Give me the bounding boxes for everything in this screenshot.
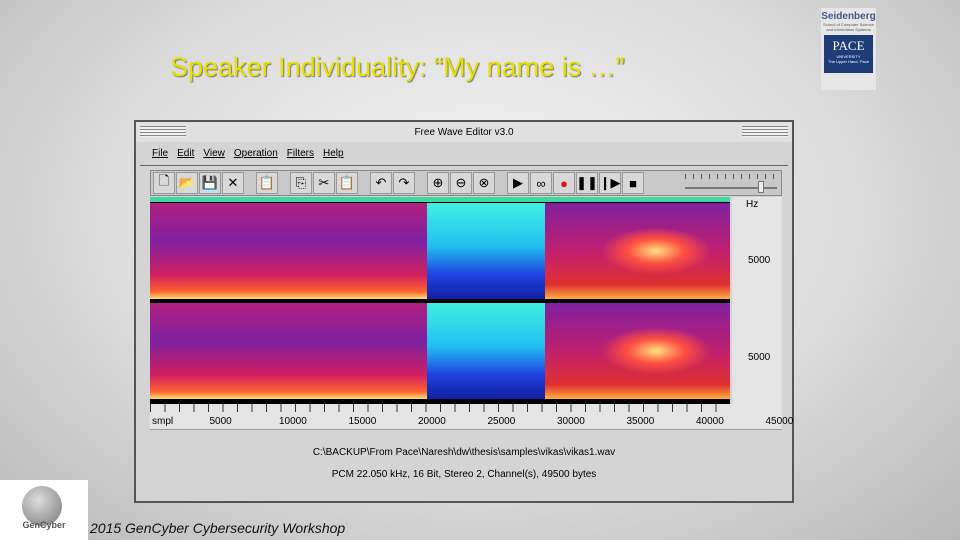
save-icon: 💾 — [201, 175, 219, 190]
x-tick-label: 40000 — [696, 416, 724, 427]
play-selection-icon: ❙▶ — [599, 175, 621, 190]
logo-subtext: School of Computer Science and Informati… — [823, 22, 874, 32]
open-folder-button[interactable]: 📂 — [176, 172, 198, 194]
zoom-fit-button[interactable]: ⊗ — [473, 172, 495, 194]
channel-1-speech — [545, 203, 730, 299]
record-icon: ● — [560, 175, 568, 191]
x-tick-label: smpl — [152, 416, 174, 427]
copy-button[interactable]: ⎘ — [290, 172, 312, 194]
slide-footer: 2015 GenCyber Cybersecurity Workshop — [90, 520, 346, 536]
zoom-out-button[interactable]: ⊖ — [450, 172, 472, 194]
zoom-in-button[interactable]: ⊕ — [427, 172, 449, 194]
zoom-out-icon: ⊖ — [455, 175, 467, 190]
hz-tick: 5000 — [748, 352, 771, 363]
axis-ticks — [150, 404, 730, 412]
paste-icon: 📋 — [338, 175, 356, 190]
save-button[interactable]: 💾 — [199, 172, 221, 194]
window-menu-button[interactable] — [140, 126, 186, 137]
pause-icon: ❚❚ — [576, 175, 598, 190]
slider-ticks — [685, 174, 777, 179]
audio-format: PCM 22.050 kHz, 16 Bit, Stereo 2, Channe… — [331, 469, 597, 480]
menu-filters[interactable]: Filters — [287, 148, 314, 161]
x-tick-label: 35000 — [626, 416, 655, 427]
menu-view[interactable]: View — [203, 148, 225, 161]
tagline-text: The Upper Hand. Pace — [828, 59, 869, 64]
gencyber-logo: GenCyber — [0, 480, 88, 540]
window-title: Free Wave Editor v3.0 — [414, 126, 514, 138]
play-icon: ▶ — [513, 175, 523, 190]
pace-logo: PACE UNIVERSITY The Upper Hand. Pace — [824, 35, 873, 73]
cut-button[interactable]: ✂ — [313, 172, 335, 194]
copy-icon: ⎘ — [295, 175, 307, 190]
seidenberg-pace-logo: Seidenberg School of Computer Science an… — [821, 8, 876, 90]
x-tick-label: 10000 — [279, 416, 307, 427]
x-tick-label: 25000 — [487, 416, 516, 427]
logo-text: Seidenberg — [821, 11, 876, 22]
properties-icon: 📋 — [258, 175, 276, 190]
free-wave-editor-window: Free Wave Editor v3.0 File Edit View Operat… — [134, 120, 794, 503]
zoom-fit-icon: ⊗ — [478, 175, 490, 190]
slider-thumb[interactable] — [758, 181, 765, 193]
loop-icon: ∞ — [536, 175, 546, 191]
x-tick-label: 5000 — [209, 416, 232, 427]
open-folder-icon: 📂 — [178, 175, 196, 190]
gencyber-text: GenCyber — [22, 520, 66, 530]
channel-2-speech — [545, 303, 730, 399]
x-tick-label: 20000 — [418, 416, 446, 427]
loop-button[interactable]: ∞ — [530, 172, 552, 194]
paste-button[interactable]: 📋 — [336, 172, 358, 194]
zoom-in-icon: ⊕ — [432, 175, 444, 190]
new-file-button[interactable]: 🗋 — [153, 172, 175, 194]
play-selection-button[interactable]: ❙▶ — [599, 172, 621, 194]
volume-slider[interactable] — [681, 172, 781, 194]
close-icon: ✕ — [227, 175, 239, 190]
cut-icon: ✂ — [318, 175, 330, 190]
selection-region[interactable] — [427, 203, 545, 299]
menu-file[interactable]: File — [152, 148, 168, 161]
title-bar: Free Wave Editor v3.0 — [136, 122, 792, 142]
x-tick-label: 15000 — [348, 416, 377, 427]
play-button[interactable]: ▶ — [507, 172, 529, 194]
redo-button[interactable]: ↷ — [393, 172, 415, 194]
slide-title: Speaker Individuality: “My name is …” — [170, 52, 625, 82]
position-bar[interactable] — [150, 197, 730, 202]
pace-text: PACE — [832, 38, 865, 53]
toolbar: 🗋 📂 💾 ✕ 📋 ⎘ ✂ 📋 ↶ ↷ ⊕ ⊖ ⊗ ▶ ∞ ● ❚❚ ❙▶ ■ — [150, 170, 782, 196]
undo-button[interactable]: ↶ — [370, 172, 392, 194]
undo-icon: ↶ — [375, 175, 387, 190]
menu-bar: File Edit View Operation Filters Help — [140, 144, 788, 166]
menu-help[interactable]: Help — [323, 148, 344, 161]
x-tick-label: 45000 — [765, 416, 794, 427]
x-tick-label: 30000 — [557, 416, 585, 427]
redo-icon: ↷ — [398, 175, 410, 190]
record-button[interactable]: ● — [553, 172, 575, 194]
frequency-axis: Hz 5000 5000 — [732, 197, 782, 404]
window-controls[interactable] — [742, 126, 788, 137]
spectrogram[interactable] — [150, 199, 730, 404]
new-file-icon: 🗋 — [158, 173, 170, 188]
sample-axis: smpl 5000 10000 15000 20000 25000 30000 35000 40… — [150, 404, 793, 430]
menu-operation[interactable]: Operation — [234, 148, 278, 161]
close-button[interactable]: ✕ — [222, 172, 244, 194]
hz-label: Hz — [746, 199, 759, 210]
menu-edit[interactable]: Edit — [177, 148, 194, 161]
stop-button[interactable]: ■ — [622, 172, 644, 194]
file-path: C:\BACKUP\From Pace\Naresh\dw\thesis\sam… — [312, 447, 616, 458]
pause-button[interactable]: ❚❚ — [576, 172, 598, 194]
hz-tick: 5000 — [748, 255, 771, 266]
properties-button[interactable]: 📋 — [256, 172, 278, 194]
selection-region[interactable] — [427, 303, 545, 399]
stop-icon: ■ — [629, 175, 637, 191]
